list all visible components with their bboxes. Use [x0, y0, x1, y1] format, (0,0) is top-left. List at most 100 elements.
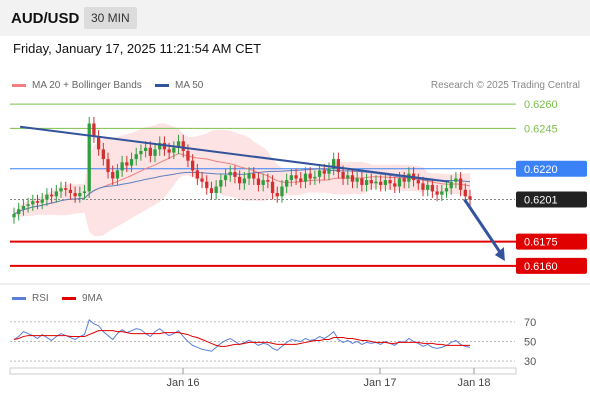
candle-body	[167, 149, 171, 153]
candle-body	[106, 159, 110, 173]
level-label: 0.6245	[524, 123, 558, 135]
rsi-tick-label: 70	[524, 317, 536, 329]
candle-body	[125, 162, 129, 166]
legend-rsi-label: RSI	[32, 293, 49, 304]
candle-body	[261, 180, 265, 185]
candle-body	[21, 205, 26, 210]
candle-body	[219, 180, 223, 187]
candle-body	[49, 194, 54, 197]
candle-body	[285, 180, 289, 187]
level-label: 0.6220	[524, 164, 558, 176]
candle-body	[355, 178, 359, 182]
candle-body	[233, 172, 237, 177]
candle-body	[374, 181, 378, 184]
candle-body	[139, 150, 143, 155]
candle-body	[289, 175, 294, 181]
candle-body	[280, 186, 284, 197]
candle-body	[421, 183, 425, 190]
candle-body	[64, 188, 68, 190]
rsi-line	[13, 318, 471, 352]
candle-body	[111, 172, 115, 179]
candle-body	[388, 180, 392, 184]
candle-body	[379, 181, 383, 185]
candle-body	[435, 191, 439, 195]
candle-body	[275, 193, 279, 197]
candle-body	[143, 147, 148, 151]
candle-body	[129, 159, 134, 166]
candle-body	[369, 180, 373, 184]
candle-body	[444, 188, 449, 192]
candle-body	[266, 180, 270, 182]
candle-body	[303, 173, 308, 182]
candle-body	[430, 184, 435, 192]
candle-body	[186, 150, 190, 161]
candle-body	[12, 214, 16, 218]
candle-body	[148, 147, 152, 156]
bollinger-band	[14, 123, 470, 237]
candle-body	[59, 188, 63, 192]
candle-body	[115, 170, 120, 179]
legend-rsi-ma: 9MA	[62, 293, 103, 304]
candle-body	[468, 196, 472, 200]
candle-body	[78, 193, 82, 197]
legend-swatch	[62, 296, 76, 300]
rsi-tick-label: 50	[524, 336, 536, 348]
level-label: 0.6175	[524, 237, 558, 249]
candle-body	[383, 180, 388, 185]
candle-body	[73, 193, 77, 197]
candle-body	[440, 191, 444, 195]
candle-body	[252, 173, 256, 179]
candle-body	[92, 123, 96, 137]
candle-body	[322, 170, 326, 174]
candle-body	[40, 199, 44, 203]
candle-body	[397, 178, 402, 187]
level-label: 0.6201	[524, 195, 558, 207]
candle-body	[120, 162, 124, 171]
candle-body	[96, 136, 101, 150]
candle-body	[308, 173, 312, 179]
price-chart[interactable]: 0.6260 0.6245 0.6220 0.6201 0.6175 0.6160 70 50…	[0, 0, 590, 400]
candle-body	[317, 170, 322, 177]
candle-body	[247, 173, 251, 179]
candle-body	[209, 188, 214, 194]
candle-body	[205, 181, 209, 189]
candle-body	[87, 123, 91, 192]
candle-body	[270, 181, 275, 194]
x-tick-label: Jan 18	[457, 377, 490, 389]
x-tick-label: Jan 16	[166, 377, 199, 389]
legend-rsi: RSI	[12, 293, 49, 304]
level-label: 0.6260	[524, 99, 558, 111]
candle-body	[200, 178, 204, 182]
candle-body	[393, 183, 397, 187]
candle-body	[346, 175, 350, 179]
candle-body	[68, 189, 73, 194]
candle-body	[190, 160, 195, 171]
legend-rsi-ma-label: 9MA	[82, 293, 103, 304]
candle-body	[402, 178, 406, 182]
candle-body	[336, 159, 341, 173]
x-axis-bar	[9, 367, 517, 375]
candle-body	[449, 181, 453, 189]
candle-body	[294, 175, 298, 179]
candle-body	[134, 154, 138, 160]
candle-body	[228, 172, 232, 176]
candle-body	[26, 204, 30, 206]
candle-body	[426, 184, 430, 190]
candle-body	[416, 180, 420, 184]
candle-body	[454, 178, 458, 182]
candle-body	[214, 186, 218, 194]
candle-body	[463, 189, 467, 197]
candle-body	[341, 172, 345, 179]
candle-body	[350, 175, 355, 182]
legend-swatch	[12, 296, 26, 300]
level-label: 0.6160	[524, 261, 558, 273]
candle-body	[195, 170, 199, 179]
candle-body	[364, 180, 369, 185]
candle-body	[172, 147, 176, 153]
candle-body	[327, 168, 331, 174]
candle-body	[360, 178, 364, 185]
candle-body	[82, 191, 87, 194]
candle-body	[242, 178, 246, 184]
candle-body	[31, 201, 35, 205]
candle-body	[256, 178, 261, 185]
